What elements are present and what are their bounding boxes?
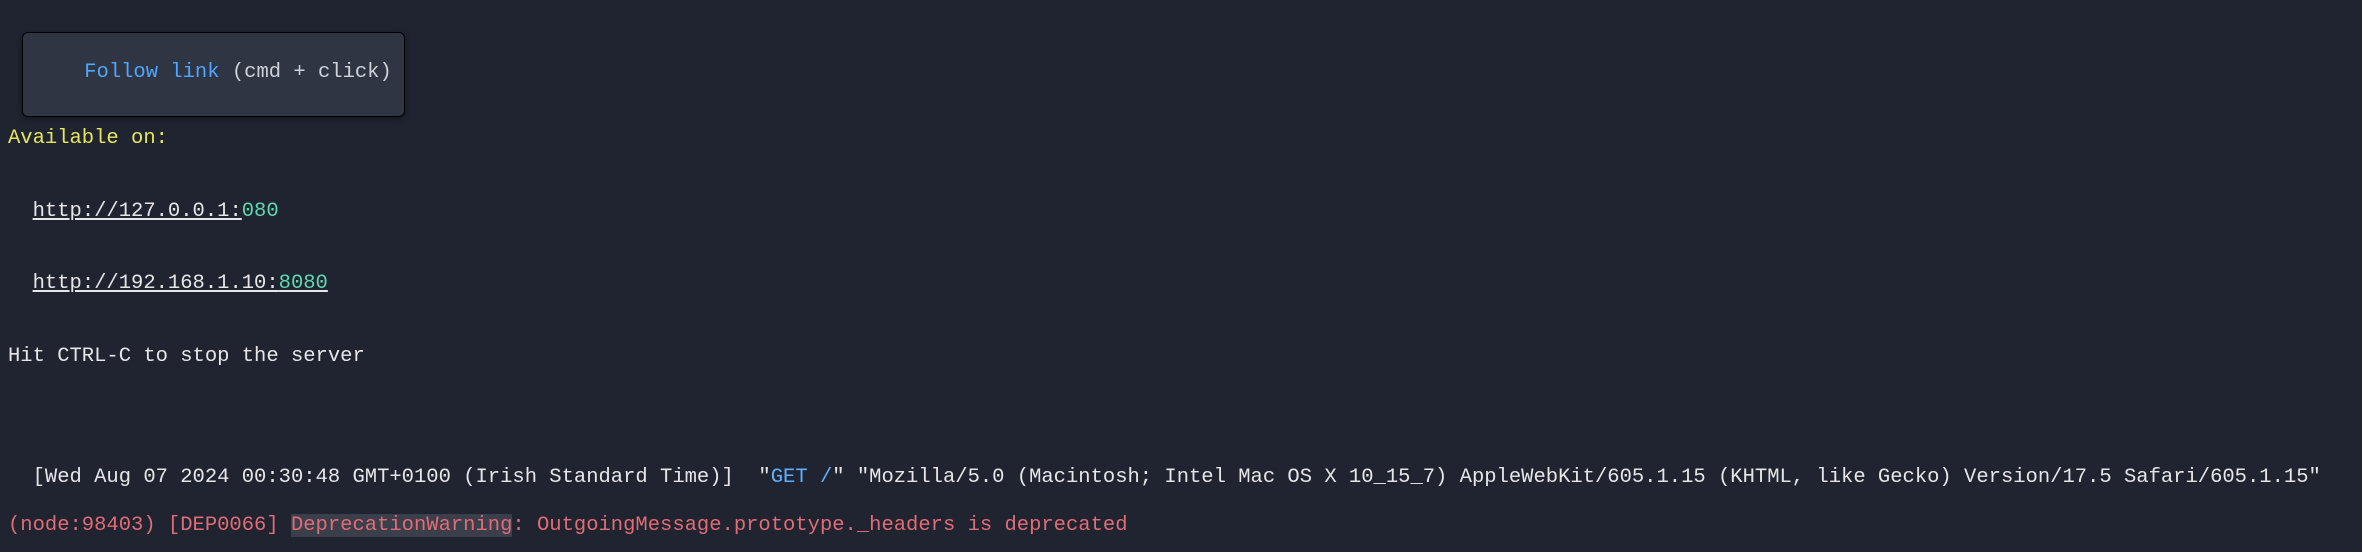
deprecation-warning-label: DeprecationWarning xyxy=(291,514,512,537)
log-line-1: [Wed Aug 07 2024 00:30:48 GMT+0100 (Iris… xyxy=(33,466,2321,489)
stop-hint: Hit CTRL-C to stop the server xyxy=(8,345,2354,369)
server-url-2[interactable]: http://192.168.1.10:8080 xyxy=(8,272,2354,296)
terminal-output[interactable]: Follow link (cmd + click) Available on: … xyxy=(0,0,2362,552)
server-url-1[interactable]: http://127.0.0.1:080 xyxy=(8,200,2354,224)
tooltip-follow-link: Follow link xyxy=(84,61,219,84)
deprecation-warning-line: (node:98403) [DEP0066] DeprecationWarnin… xyxy=(8,514,2354,538)
http-method-path: GET / xyxy=(771,466,833,489)
link-hover-tooltip: Follow link (cmd + click) xyxy=(22,32,405,117)
available-on-heading: Available on: xyxy=(8,127,2354,151)
tooltip-hint: (cmd + click) xyxy=(220,61,392,84)
